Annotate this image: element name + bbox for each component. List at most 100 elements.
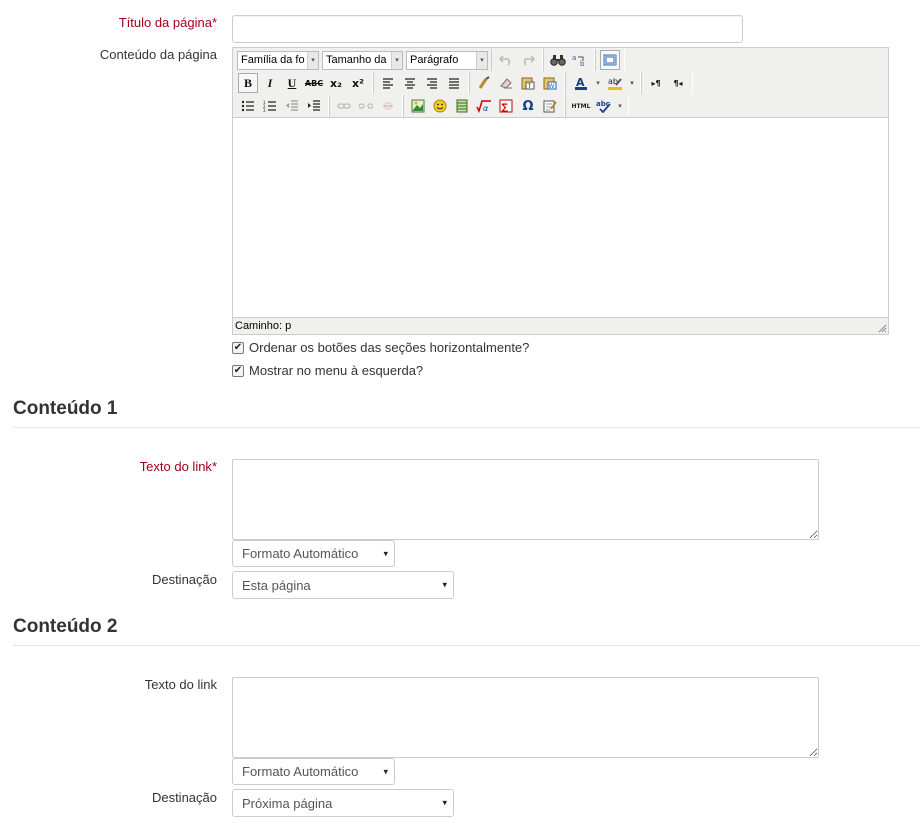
redo-icon[interactable] [518,50,538,70]
toolbar-row-1: Família da fo ▾ Tamanho da ▾ Parágrafo ▾ ab [237,49,625,71]
history-group [491,49,543,71]
chevron-down-icon: ▾ [476,51,487,69]
paste-text-icon[interactable]: T [518,73,538,93]
indent-icon[interactable] [304,96,324,116]
link-text-textarea-1[interactable] [232,459,819,540]
destination-select-value: Esta página [242,577,311,593]
align-justify-icon[interactable] [444,73,464,93]
editor-toolbar: Família da fo ▾ Tamanho da ▾ Parágrafo ▾ ab [233,48,888,118]
svg-text:a: a [572,54,576,62]
emoticon-icon[interactable] [430,96,450,116]
italic-icon[interactable]: I [260,73,280,93]
section-heading-1: Conteúdo 1 [13,398,118,419]
outdent-icon[interactable] [282,96,302,116]
insert-group: α ∑ Ω [403,95,565,117]
chevron-down-icon[interactable]: ▾ [594,73,602,93]
eraser-icon[interactable] [496,73,516,93]
checkmark-icon: ✔ [233,341,243,353]
font-size-select[interactable]: Tamanho da ▾ [322,50,403,70]
destination-label-2: Destinação [151,790,217,805]
horizontal-order-option[interactable]: ✔ Ordenar os botões das seções horizonta… [232,340,529,355]
edit-form-icon[interactable] [540,96,560,116]
format-value: Parágrafo [410,54,459,66]
replace-icon[interactable]: ab [570,50,590,70]
svg-text:T: T [527,83,532,90]
checkmark-icon: ✔ [233,364,243,376]
numbered-list-icon[interactable]: 123 [260,96,280,116]
show-in-menu-checkbox[interactable]: ✔ [232,364,244,377]
link-text-label-1: Texto do link* [139,459,217,474]
subscript-icon[interactable]: x₂ [326,73,346,93]
chevron-down-icon[interactable]: ▾ [628,73,636,93]
editor-path-bar: Caminho: p [233,317,888,334]
svg-text:∑: ∑ [502,103,509,113]
link-text-label-2: Texto do link [144,677,217,692]
chevron-down-icon: ▾ [391,51,402,69]
image-icon[interactable] [408,96,428,116]
resize-grip-icon[interactable] [878,324,887,333]
chevron-down-icon[interactable]: ▾ [616,96,624,116]
equation-icon[interactable]: α [474,96,494,116]
horizontal-order-label: Ordenar os botões das seções horizontalm… [249,340,530,355]
svg-text:3: 3 [263,108,266,112]
format-select[interactable]: Parágrafo ▾ [406,50,488,70]
show-in-menu-label: Mostrar no menu à esquerda? [249,363,424,378]
spellcheck-icon[interactable]: abc [594,96,614,116]
math-editor-icon[interactable]: ∑ [496,96,516,116]
editor-path: Caminho: p [235,320,292,332]
align-left-icon[interactable] [378,73,398,93]
bold-icon[interactable]: B [238,73,258,93]
link-group [329,95,403,117]
direction-group: ▸¶ ¶◂ [641,72,693,94]
show-in-menu-option[interactable]: ✔ Mostrar no menu à esquerda? [232,363,423,378]
clipboard-group: T W [469,72,565,94]
toolbar-row-2: B I U ABC x₂ x² T W A ▾ ab ▾ ▸¶ ¶◂ [237,72,693,94]
chevron-down-icon: ▾ [383,766,388,776]
editor-content-area[interactable] [233,118,888,317]
paste-word-icon[interactable]: W [540,73,560,93]
find-icon[interactable] [548,50,568,70]
bullet-list-icon[interactable] [238,96,258,116]
section-heading-2: Conteúdo 2 [13,616,118,637]
svg-text:W: W [549,83,555,90]
text-color-icon[interactable]: A [570,73,592,93]
text-style-group: B I U ABC x₂ x² [237,72,373,94]
svg-text:b: b [580,60,585,67]
fullscreen-group [595,49,625,71]
align-group [373,72,469,94]
format-select-value: Formato Automático [242,546,359,561]
superscript-icon[interactable]: x² [348,73,368,93]
unlink-icon[interactable] [356,96,376,116]
destination-select-1[interactable]: Esta página ▾ [232,571,454,599]
section-divider [13,427,920,428]
horizontal-order-checkbox[interactable]: ✔ [232,341,244,354]
rich-text-editor: Família da fo ▾ Tamanho da ▾ Parágrafo ▾ ab [232,47,889,335]
format-select-1[interactable]: Formato Automático ▾ [232,540,395,567]
undo-icon[interactable] [496,50,516,70]
page-content-label: Conteúdo da página [99,47,217,62]
format-select-2[interactable]: Formato Automático ▾ [232,758,395,785]
underline-icon[interactable]: U [282,73,302,93]
page-title-input[interactable] [232,15,743,43]
destination-select-2[interactable]: Próxima página ▾ [232,789,454,817]
list-group: 123 [237,95,329,117]
font-size-value: Tamanho da [326,54,387,66]
align-right-icon[interactable] [422,73,442,93]
cleanup-brush-icon[interactable] [474,73,494,93]
strikethrough-icon[interactable]: ABC [304,73,324,93]
align-center-icon[interactable] [400,73,420,93]
source-group: HTML abc ▾ [565,95,629,117]
special-char-icon[interactable]: Ω [518,96,538,116]
fullscreen-icon[interactable] [600,50,620,70]
anchor-icon[interactable] [378,96,398,116]
font-family-select[interactable]: Família da fo ▾ [237,50,319,70]
link-text-textarea-2[interactable] [232,677,819,758]
html-source-icon[interactable]: HTML [570,96,592,116]
media-icon[interactable] [452,96,472,116]
destination-label-1: Destinação [151,572,217,587]
ltr-icon[interactable]: ▸¶ [646,73,666,93]
rtl-icon[interactable]: ¶◂ [668,73,688,93]
highlight-color-icon[interactable]: ab [604,73,626,93]
link-icon[interactable] [334,96,354,116]
toolbar-row-3: 123 α ∑ Ω HTML abc ▾ [237,95,629,117]
